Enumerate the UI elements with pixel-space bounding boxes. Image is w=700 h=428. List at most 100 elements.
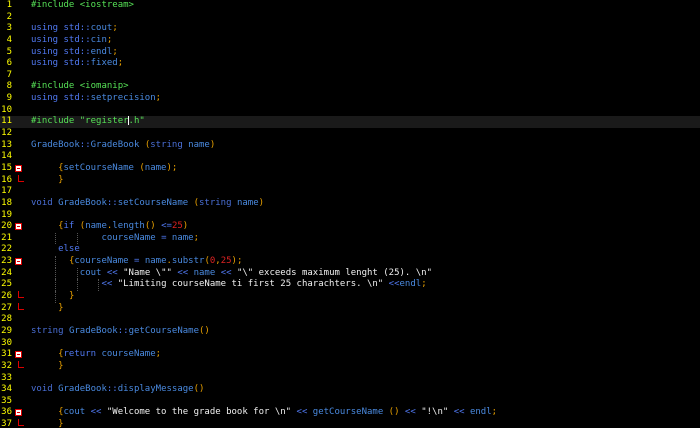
fold-collapse-icon[interactable]	[15, 351, 22, 359]
code-token: cin	[90, 34, 107, 45]
code-line[interactable]: 28	[0, 314, 700, 326]
code-line[interactable]: 18 void GradeBook::setCourseName (string …	[0, 198, 700, 210]
code-token: "Welcome to the grade book for \n"	[106, 407, 297, 418]
code-token: void	[31, 384, 59, 395]
line-number: 24	[1, 267, 12, 278]
code-line[interactable]: 8 #include <iomanip>	[0, 81, 700, 93]
code-text: {if (name.length() <=25)	[31, 221, 188, 233]
line-number: 12	[1, 128, 12, 139]
code-line[interactable]: 15 {setCourseName (name);	[0, 163, 700, 175]
code-line[interactable]: 23 {courseName = name.substr(0,25);	[0, 256, 700, 268]
code-line[interactable]: 33	[0, 373, 700, 385]
code-line[interactable]: 7	[0, 70, 700, 82]
code-text: {courseName = name.substr(0,25);	[31, 256, 242, 268]
code-text: }	[31, 361, 63, 373]
code-line[interactable]: 19	[0, 210, 700, 222]
line-number: 31	[1, 349, 12, 360]
code-line[interactable]: 22 else	[0, 244, 700, 256]
code-line[interactable]: 32 }	[0, 360, 700, 373]
line-number: 16	[1, 174, 12, 185]
code-token: fixed	[90, 58, 118, 69]
code-line[interactable]: 24 cout << "Name \"" << name << "\" exce…	[0, 267, 700, 280]
line-number: 30	[1, 337, 12, 348]
code-line[interactable]: 6 using std::fixed;	[0, 58, 700, 70]
code-line[interactable]: 35	[0, 396, 700, 408]
fold-gutter	[14, 81, 26, 93]
code-token: GradeBook	[31, 139, 80, 150]
code-line[interactable]: 17	[0, 186, 700, 198]
fold-gutter	[14, 279, 26, 291]
fold-gutter	[14, 151, 26, 163]
code-line[interactable]: 34 void GradeBook::displayMessage()	[0, 384, 700, 396]
code-line[interactable]: 30	[0, 338, 700, 350]
line-number: 11	[1, 116, 12, 127]
code-line[interactable]: 2	[0, 12, 700, 24]
code-token: GradeBook	[58, 197, 107, 208]
code-token: "Name \""	[123, 267, 178, 278]
code-line[interactable]: 4 using std::cin;	[0, 35, 700, 47]
code-token: ;	[117, 58, 124, 69]
code-token: void	[31, 197, 59, 208]
code-line[interactable]: 26 }	[0, 291, 700, 303]
code-token: ;	[112, 46, 118, 57]
fold-gutter	[14, 198, 26, 210]
code-token: ;	[421, 279, 427, 290]
code-token: name	[188, 139, 210, 150]
code-token: <<	[101, 279, 118, 290]
code-line[interactable]: 9 using std::setprecision;	[0, 93, 700, 105]
fold-collapse-icon[interactable]	[15, 223, 22, 231]
code-line[interactable]: 5 using std::endl;	[0, 47, 700, 59]
code-line[interactable]: 1 #include <iostream>	[0, 0, 700, 12]
code-line[interactable]: 31 {return courseName;	[0, 349, 700, 361]
code-line[interactable]: 29 string GradeBook::getCourseName()	[0, 326, 700, 338]
code-line[interactable]: 12	[0, 128, 700, 140]
code-token: =	[161, 232, 172, 243]
code-token: using	[31, 58, 64, 69]
code-line[interactable]: 36 {cout << "Welcome to the grade book f…	[0, 407, 700, 419]
fold-collapse-icon[interactable]	[15, 164, 22, 172]
code-editor[interactable]: 1 #include <iostream> 2 3 using std::cout; 4 u…	[0, 0, 700, 428]
line-number: 32	[1, 360, 12, 371]
fold-end-icon	[18, 174, 24, 182]
code-token: ()	[144, 221, 162, 232]
indent-guide	[98, 279, 100, 292]
code-text: courseName = name;	[31, 233, 199, 245]
code-token: cout	[79, 267, 107, 278]
fold-collapse-icon[interactable]	[15, 409, 22, 417]
fold-gutter	[14, 12, 26, 24]
code-token: #include <iostream>	[31, 0, 134, 10]
code-text: using std::cin;	[31, 35, 112, 47]
code-token: <<	[388, 279, 400, 290]
code-token: <<	[404, 407, 422, 418]
code-line[interactable]: 11 #include "register.h"	[0, 116, 700, 129]
fold-gutter	[14, 210, 26, 222]
code-line[interactable]: 13 GradeBook::GradeBook (string name)	[0, 140, 700, 152]
line-number: 37	[1, 419, 12, 428]
code-text: {setCourseName (name);	[31, 163, 177, 175]
code-token: ::	[79, 58, 91, 69]
code-token: string	[199, 197, 237, 208]
code-line[interactable]: 37 }	[0, 419, 700, 428]
code-token: name	[171, 232, 194, 243]
code-line[interactable]: 20 {if (name.length() <=25)	[0, 221, 700, 233]
code-line[interactable]: 10	[0, 105, 700, 117]
line-number: 27	[1, 302, 12, 313]
code-token: =	[133, 256, 145, 267]
code-line[interactable]: 16 }	[0, 174, 700, 187]
code-token: #include <iomanip>	[31, 81, 129, 92]
fold-collapse-icon[interactable]	[15, 258, 22, 266]
fold-gutter	[14, 0, 26, 12]
code-line[interactable]: 25 << "Limiting courseName ti first 25 c…	[0, 279, 700, 292]
fold-end-icon	[18, 419, 24, 427]
fold-gutter	[14, 233, 26, 245]
code-line[interactable]: 3 using std::cout;	[0, 23, 700, 35]
code-text: #include <iostream>	[31, 0, 134, 12]
code-text: GradeBook::GradeBook (string name)	[31, 140, 215, 152]
fold-gutter	[14, 256, 26, 268]
code-token: );	[166, 162, 178, 173]
code-line[interactable]: 14	[0, 151, 700, 163]
code-line[interactable]: 21 courseName = name;	[0, 232, 700, 245]
code-token: cout	[90, 23, 113, 34]
code-line[interactable]: 27 }	[0, 302, 700, 315]
